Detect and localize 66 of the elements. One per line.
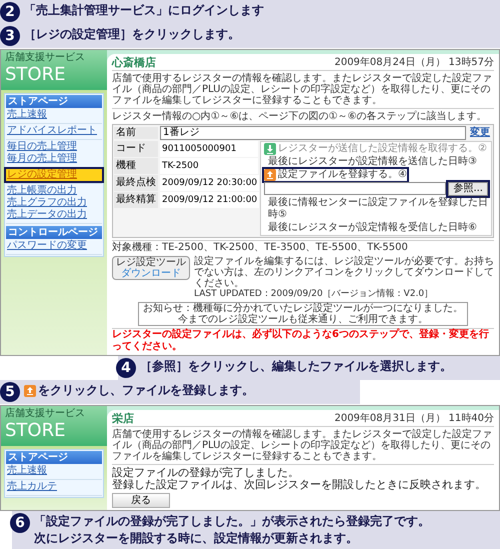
browse-button[interactable]: 参照... (448, 182, 488, 196)
menu-header: コントロールページ (6, 226, 102, 239)
register-action[interactable]: 設定ファイルを登録する。④ (264, 168, 407, 181)
menu-link[interactable]: 毎日の売上管理 (6, 140, 102, 153)
store-name: 栄店 (112, 412, 134, 425)
menu-link[interactable]: 売上速報 (6, 108, 102, 121)
row-label: 機種 (114, 158, 158, 174)
store-logo: STORE (5, 64, 66, 85)
menu-link[interactable]: 売上データの出力 (6, 208, 102, 221)
date-time: 2009年08月31日（月） 11時40分 (334, 412, 494, 425)
menu-link[interactable]: 売上グラフの出力 (6, 196, 102, 209)
menu-link[interactable]: 毎月の売上管理 (6, 152, 102, 165)
menu-link[interactable]: パスワードの変更 (6, 240, 102, 252)
menu-link[interactable]: レジの設定管理 (6, 168, 102, 181)
page-description: 店舗で使用するレジスターの情報を確認します。またレジスターで設定した設定ファイル（商品の部門／PLUの設定、レシートの印字設定など）を取得したり、更にそのファイルを編集してレジスターに登録することもできます。 (112, 72, 494, 109)
row-label: 最終精算 (114, 192, 158, 208)
step-number: 6 (10, 512, 30, 533)
upload-icon (24, 384, 36, 397)
menu-link[interactable]: 売上帳票の出力 (6, 184, 102, 197)
step-text: 次にレジスターを開設する時に、設定情報が更新されます。 (34, 530, 358, 547)
step-text: をクリックし、ファイルを登録します。 (38, 382, 254, 400)
notice-text: お知らせ：機種毎に分かれていたレジ設定ツールが一つになりました。 (143, 302, 463, 314)
store-name: 心斎橋店 (112, 56, 156, 69)
supported-models: 対象機種：TE-2500、TK-2500、TE-3500、TE-5500、TK-5500 (112, 240, 494, 254)
menu-link[interactable]: 売上速報 (6, 464, 102, 477)
step-number: 2 (0, 2, 20, 22)
completion-message: 設定ファイルの登録が完了しました。 (112, 466, 300, 479)
last-updated: LAST UPDATED：2009/09/20［バージョン情報：V2.0］ (194, 288, 434, 300)
step-text: ［参照］をクリックし、編集したファイルを選択します。 (140, 358, 452, 375)
notice-text: 今までのレジ設定ツールも従来通り、ご利用できます。 (178, 314, 428, 325)
page-description: 店舗で使用するレジスターの情報を確認します。またレジスターで設定した設定ファイル（商品の部門／PLUの設定、レシートの印字設定など）を取得したり、更にそのファイルを編集してレジスターに登録することもできます。 (112, 428, 494, 465)
info-line: 最後にレジスターが設定情報を受信した日時⑥ (267, 222, 478, 234)
info-line: 最後に情報センターに設定ファイルを登録した日時⑤ (267, 196, 488, 221)
row-value: 9011005000901 (160, 140, 258, 157)
row-label: コード (114, 140, 158, 157)
change-link[interactable]: 変更 (468, 126, 492, 139)
file-input[interactable] (264, 182, 446, 196)
row-label: 名前 (114, 126, 158, 139)
row-value: 2009/09/12 21:00:00 (160, 192, 260, 208)
store-logo: STORE (5, 420, 66, 441)
date-time: 2009年08月24日（月） 13時57分 (334, 56, 494, 69)
back-button[interactable]: 戻る (112, 492, 170, 508)
completion-message: 登録した設定ファイルは、次回レジスターを開設したときに反映されます。 (112, 478, 487, 491)
name-field[interactable]: 1番レジ (160, 126, 466, 140)
row-label: 最終点検 (114, 174, 158, 191)
service-title: 店舗支援サービス (5, 52, 86, 64)
step-number: 4 (116, 358, 136, 378)
download-note: 設定ファイルを編集するには、レジ設定ツールが必要です。お持ちでない方は、左のリンクアイコンをクリックしてダウンロードしてください。 (194, 256, 494, 289)
step-number: 5 (0, 382, 20, 402)
step-text: ［レジの設定管理］をクリックします。 (24, 26, 240, 44)
warning-text: レジスターの設定ファイルは、必ず以下のような6つのステップで、登録・変更を行ってください。 (112, 328, 494, 353)
register-action[interactable]: レジスターが送信した設定情報を取得する。② (264, 142, 487, 155)
menu-link[interactable]: 売上カルテ (6, 480, 102, 493)
menu-header: ストアページ (6, 94, 102, 108)
menu-link[interactable]: アドバイスレポート (6, 124, 102, 137)
info-line: 最後にレジスターが設定情報を送信した日時③ (267, 156, 478, 168)
service-title: 店舗支援サービス (5, 408, 86, 420)
step-text: 「売上集計管理サービス」にログインします (24, 2, 264, 19)
menu-header: ストアページ (6, 450, 102, 464)
row-value: 2009/09/12 20:30:00 (160, 174, 260, 191)
step-number: 3 (0, 26, 20, 46)
info-note: レジスター情報の○内①～⑥は、ページ下の図の①～⑥の各ステップに該当します。 (112, 110, 488, 122)
row-value: TK-2500 (160, 158, 258, 174)
step-text: 「設定ファイルの登録が完了しました。」が表示されたら登録完了です。 (34, 512, 430, 530)
download-tool-button[interactable]: レジ設定ツール ダウンロード (112, 256, 190, 280)
upload-icon (264, 168, 276, 181)
